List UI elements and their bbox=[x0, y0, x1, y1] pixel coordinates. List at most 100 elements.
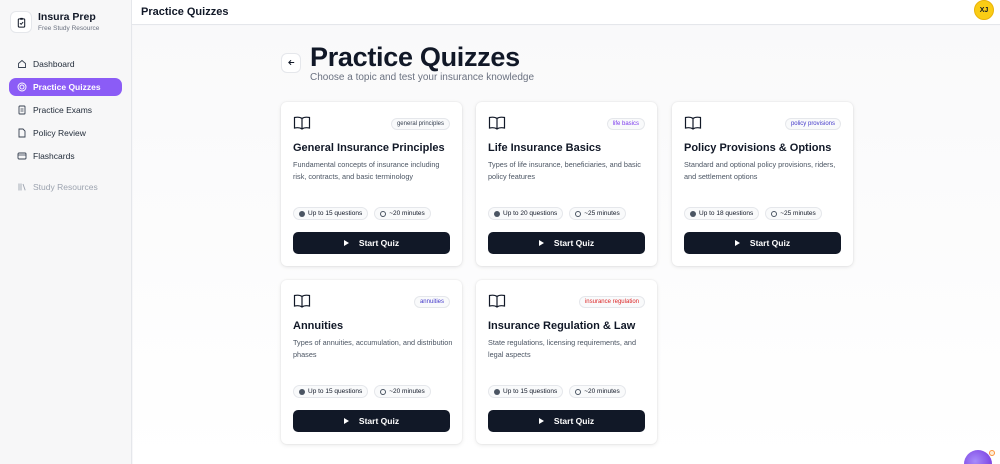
duration: ~25 minutes bbox=[584, 210, 620, 217]
sidebar-item-study-resources[interactable]: Study Resources bbox=[9, 178, 122, 196]
button-label: Start Quiz bbox=[553, 416, 595, 426]
question-count-chip: Up to 15 questions bbox=[293, 207, 369, 220]
notification-dot-icon bbox=[989, 450, 995, 456]
clipboard-icon bbox=[10, 11, 32, 33]
play-icon bbox=[343, 418, 349, 424]
question-count-chip: Up to 15 questions bbox=[488, 385, 564, 398]
button-label: Start Quiz bbox=[358, 416, 400, 426]
dot-icon bbox=[299, 210, 305, 217]
question-count: Up to 15 questions bbox=[308, 210, 363, 217]
duration: ~20 minutes bbox=[584, 388, 620, 395]
dot-icon bbox=[494, 210, 500, 217]
clock-icon bbox=[575, 388, 582, 395]
document-icon bbox=[17, 105, 27, 115]
sidebar-item-label: Flashcards bbox=[33, 151, 75, 161]
clock-icon bbox=[380, 388, 387, 395]
card-icon bbox=[17, 151, 27, 161]
start-quiz-button[interactable]: Start Quiz bbox=[684, 232, 841, 254]
dot-icon bbox=[299, 388, 305, 395]
quiz-title: Life Insurance Basics bbox=[488, 142, 602, 154]
quiz-card: life basics Life Insurance Basics Types … bbox=[476, 102, 657, 266]
clock-icon bbox=[575, 210, 582, 217]
brand-title: Insura Prep bbox=[38, 11, 96, 23]
header-title: Practice Quizzes bbox=[141, 6, 229, 18]
duration-chip: ~25 minutes bbox=[569, 207, 626, 220]
duration: ~25 minutes bbox=[780, 210, 816, 217]
sidebar-item-label: Policy Review bbox=[33, 128, 86, 138]
category-tag: annuities bbox=[413, 296, 450, 308]
quiz-title: General Insurance Principles bbox=[293, 142, 445, 154]
sidebar-item-flashcards[interactable]: Flashcards bbox=[9, 147, 122, 165]
assistant-bubble-icon[interactable] bbox=[964, 450, 992, 464]
play-icon bbox=[538, 240, 544, 246]
sidebar-item-policy-review[interactable]: Policy Review bbox=[9, 124, 122, 142]
question-count-chip: Up to 20 questions bbox=[488, 207, 564, 220]
target-icon bbox=[17, 82, 27, 92]
main-content: Practice Quizzes Choose a topic and test… bbox=[133, 26, 1000, 464]
category-tag: life basics bbox=[606, 118, 645, 130]
file-icon bbox=[17, 128, 27, 138]
top-header: Practice Quizzes XJ bbox=[132, 0, 1000, 25]
category-tag: policy provisions bbox=[784, 118, 841, 130]
sidebar-nav: Dashboard Practice Quizzes Practice Exam… bbox=[0, 55, 131, 196]
quiz-description: Types of annuities, accumulation, and di… bbox=[293, 338, 453, 359]
start-quiz-button[interactable]: Start Quiz bbox=[293, 410, 450, 432]
sidebar-item-label: Study Resources bbox=[33, 182, 98, 192]
quiz-title: Insurance Regulation & Law bbox=[488, 320, 636, 332]
book-open-icon bbox=[293, 116, 311, 130]
question-count: Up to 15 questions bbox=[308, 388, 363, 395]
clock-icon bbox=[380, 210, 387, 217]
book-open-icon bbox=[293, 294, 311, 308]
duration: ~20 minutes bbox=[389, 388, 425, 395]
sidebar-item-practice-quizzes[interactable]: Practice Quizzes bbox=[9, 78, 122, 96]
book-open-icon bbox=[488, 294, 506, 308]
start-quiz-button[interactable]: Start Quiz bbox=[488, 232, 645, 254]
quiz-card: annuities Annuities Types of annuities, … bbox=[281, 280, 462, 444]
duration-chip: ~20 minutes bbox=[374, 385, 431, 398]
quiz-card: general principles General Insurance Pri… bbox=[281, 102, 462, 266]
dot-icon bbox=[494, 388, 500, 395]
home-icon bbox=[17, 59, 27, 69]
arrow-left-icon bbox=[287, 54, 296, 72]
quiz-title: Annuities bbox=[293, 320, 344, 332]
quiz-card: insurance regulation Insurance Regulatio… bbox=[476, 280, 657, 444]
sidebar: Insura Prep Free Study Resource Dashboar… bbox=[0, 0, 132, 464]
sidebar-item-label: Practice Exams bbox=[33, 105, 93, 115]
sidebar-item-label: Dashboard bbox=[33, 59, 75, 69]
quiz-meta: Up to 15 questions ~20 minutes bbox=[293, 207, 437, 220]
button-label: Start Quiz bbox=[749, 238, 791, 248]
play-icon bbox=[734, 240, 740, 246]
quiz-description: Standard and optional policy provisions,… bbox=[684, 160, 836, 181]
duration: ~20 minutes bbox=[389, 210, 425, 217]
category-tag: general principles bbox=[390, 118, 450, 130]
quiz-meta: Up to 18 questions ~25 minutes bbox=[684, 207, 828, 220]
question-count: Up to 18 questions bbox=[699, 210, 754, 217]
duration-chip: ~20 minutes bbox=[374, 207, 431, 220]
book-open-icon bbox=[684, 116, 702, 130]
sidebar-item-label: Practice Quizzes bbox=[33, 82, 101, 92]
start-quiz-button[interactable]: Start Quiz bbox=[293, 232, 450, 254]
brand[interactable]: Insura Prep Free Study Resource bbox=[0, 2, 131, 42]
button-label: Start Quiz bbox=[358, 238, 400, 248]
quiz-meta: Up to 15 questions ~20 minutes bbox=[488, 385, 632, 398]
quiz-description: Fundamental concepts of insurance includ… bbox=[293, 160, 440, 181]
category-tag: insurance regulation bbox=[578, 296, 645, 308]
avatar[interactable]: XJ bbox=[974, 0, 994, 20]
quiz-description: Types of life insurance, beneficiaries, … bbox=[488, 160, 641, 181]
button-label: Start Quiz bbox=[553, 238, 595, 248]
quiz-meta: Up to 20 questions ~25 minutes bbox=[488, 207, 632, 220]
quiz-description: State regulations, licensing requirement… bbox=[488, 338, 637, 359]
play-icon bbox=[538, 418, 544, 424]
quiz-meta: Up to 15 questions ~20 minutes bbox=[293, 385, 437, 398]
question-count-chip: Up to 18 questions bbox=[684, 207, 760, 220]
library-icon bbox=[17, 182, 27, 192]
start-quiz-button[interactable]: Start Quiz bbox=[488, 410, 645, 432]
sidebar-item-practice-exams[interactable]: Practice Exams bbox=[9, 101, 122, 119]
question-count-chip: Up to 15 questions bbox=[293, 385, 369, 398]
sidebar-item-dashboard[interactable]: Dashboard bbox=[9, 55, 122, 73]
back-button[interactable] bbox=[281, 53, 301, 73]
page-subtitle: Choose a topic and test your insurance k… bbox=[310, 72, 535, 83]
book-open-icon bbox=[488, 116, 506, 130]
quiz-card: policy provisions Policy Provisions & Op… bbox=[672, 102, 853, 266]
quiz-title: Policy Provisions & Options bbox=[684, 142, 832, 154]
